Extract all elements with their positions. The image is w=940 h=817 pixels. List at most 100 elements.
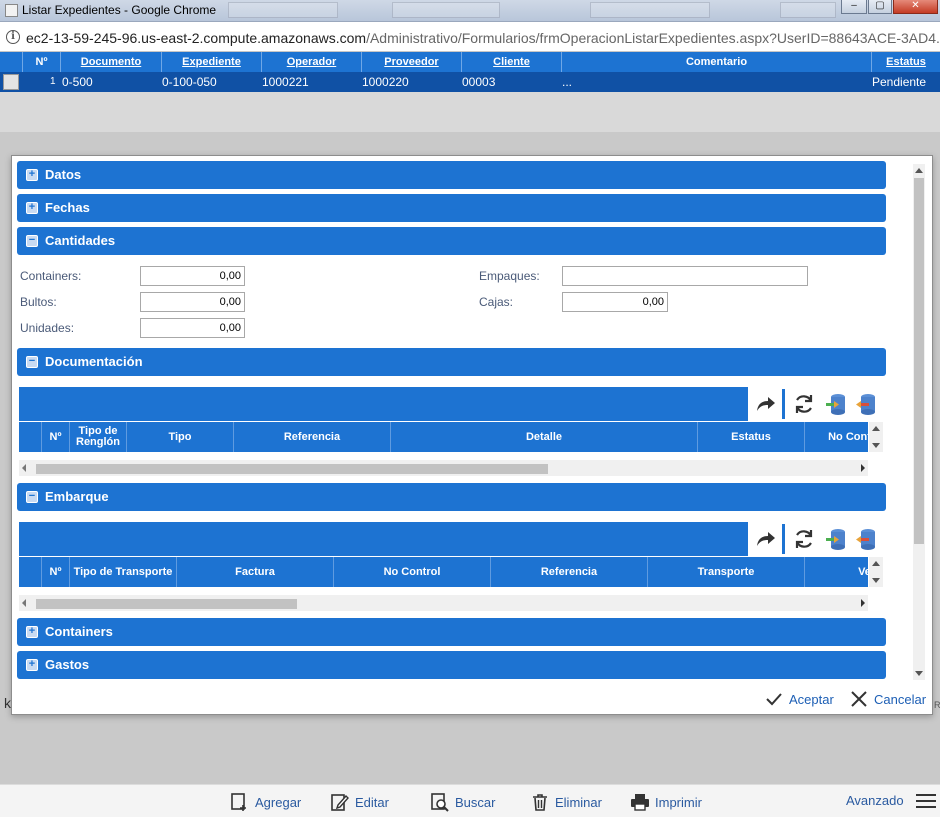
bultos-input[interactable] bbox=[140, 292, 245, 312]
containers-input[interactable] bbox=[140, 266, 245, 286]
cajas-input[interactable] bbox=[562, 292, 668, 312]
scroll-up-icon[interactable] bbox=[915, 168, 923, 173]
dialog-scroll-area[interactable]: + Datos + Fechas − Cantidades Containers… bbox=[12, 156, 932, 680]
background-tab-ghost bbox=[392, 2, 500, 18]
buscar-button[interactable]: Buscar bbox=[430, 791, 495, 813]
col-referencia: Referencia bbox=[233, 422, 390, 452]
background-tab-ghost bbox=[590, 2, 710, 18]
scroll-down-icon[interactable] bbox=[915, 671, 923, 676]
database-export-icon[interactable] bbox=[853, 391, 879, 417]
scroll-thumb[interactable] bbox=[36, 464, 548, 474]
agregar-button[interactable]: Agregar bbox=[230, 791, 301, 813]
section-gastos[interactable]: + Gastos bbox=[17, 651, 886, 679]
expand-icon[interactable]: + bbox=[26, 169, 38, 181]
scroll-left-icon[interactable] bbox=[22, 599, 26, 607]
eliminar-button[interactable]: Eliminar bbox=[530, 791, 602, 813]
section-containers[interactable]: + Containers bbox=[17, 618, 886, 646]
embarque-hscroll[interactable] bbox=[19, 595, 868, 611]
documentacion-hscroll[interactable] bbox=[19, 460, 868, 476]
col-transporte: Transporte bbox=[647, 557, 804, 587]
scroll-right-icon[interactable] bbox=[861, 599, 865, 607]
col-no-control: No Control bbox=[333, 557, 490, 587]
embarque-toolbar bbox=[19, 522, 748, 556]
documentacion-tools bbox=[752, 387, 892, 421]
database-import-icon[interactable] bbox=[823, 526, 849, 552]
header-operador[interactable]: Operador bbox=[261, 52, 361, 72]
cajas-label: Cajas: bbox=[479, 295, 514, 309]
section-datos-label: Datos bbox=[45, 167, 82, 182]
header-proveedor[interactable]: Proveedor bbox=[361, 52, 461, 72]
add-document-icon bbox=[231, 793, 246, 811]
page-favicon-icon bbox=[5, 4, 18, 17]
scroll-down-icon[interactable] bbox=[872, 578, 880, 583]
expedientes-grid-header: Nº Documento Expediente Operador Proveed… bbox=[0, 52, 940, 72]
collapse-icon[interactable]: − bbox=[26, 356, 38, 368]
section-embarque[interactable]: − Embarque bbox=[17, 483, 886, 511]
section-fechas[interactable]: + Fechas bbox=[17, 194, 886, 222]
section-cantidades[interactable]: − Cantidades bbox=[17, 227, 886, 255]
forward-icon[interactable] bbox=[752, 391, 778, 417]
maximize-icon[interactable]: ▢ bbox=[868, 0, 892, 14]
collapse-icon[interactable]: − bbox=[26, 235, 38, 247]
row-select-checkbox[interactable] bbox=[3, 74, 19, 90]
underlying-page-fragment: k bbox=[4, 695, 11, 711]
collapse-icon[interactable]: − bbox=[26, 491, 38, 503]
accept-button[interactable]: Aceptar bbox=[765, 689, 834, 709]
site-info-icon[interactable]: i bbox=[6, 30, 20, 44]
section-fechas-label: Fechas bbox=[45, 200, 90, 215]
background-tab-ghost bbox=[228, 2, 338, 18]
header-documento[interactable]: Documento bbox=[60, 52, 161, 72]
hamburger-menu-icon[interactable] bbox=[916, 794, 936, 808]
underlying-page-fragment: R bbox=[934, 700, 940, 710]
scroll-thumb[interactable] bbox=[36, 599, 297, 609]
header-comentario: Comentario bbox=[561, 52, 871, 72]
expand-icon[interactable]: + bbox=[26, 202, 38, 214]
unidades-input[interactable] bbox=[140, 318, 245, 338]
url-text[interactable]: ec2-13-59-245-96.us-east-2.compute.amazo… bbox=[26, 30, 940, 46]
header-estatus[interactable]: Estatus bbox=[871, 52, 940, 72]
url-path: /Administrativo/Formularios/frmOperacion… bbox=[366, 30, 940, 46]
bottom-toolbar: Agregar Editar Buscar Eliminar Imprimir … bbox=[0, 784, 940, 817]
col-estatus: Estatus bbox=[697, 422, 804, 452]
imprimir-button[interactable]: Imprimir bbox=[630, 791, 702, 813]
scroll-up-icon[interactable] bbox=[872, 426, 880, 431]
containers-label: Containers: bbox=[20, 269, 82, 283]
scroll-right-icon[interactable] bbox=[861, 464, 865, 472]
header-cliente[interactable]: Cliente bbox=[461, 52, 561, 72]
refresh-icon[interactable] bbox=[791, 526, 817, 552]
empaques-input[interactable] bbox=[562, 266, 808, 286]
dialog-vscroll[interactable] bbox=[913, 164, 925, 680]
col-num: Nº bbox=[41, 422, 69, 452]
section-documentacion[interactable]: − Documentación bbox=[17, 348, 886, 376]
expand-icon[interactable]: + bbox=[26, 626, 38, 638]
row-comentario: ... bbox=[562, 75, 573, 89]
scroll-down-icon[interactable] bbox=[872, 443, 880, 448]
avanzado-link[interactable]: Avanzado bbox=[846, 793, 904, 808]
print-icon bbox=[631, 794, 649, 811]
documentacion-vscroll[interactable] bbox=[869, 422, 883, 452]
address-bar[interactable]: i ec2-13-59-245-96.us-east-2.compute.ama… bbox=[0, 22, 940, 52]
scroll-left-icon[interactable] bbox=[22, 464, 26, 472]
refresh-icon[interactable] bbox=[791, 391, 817, 417]
expediente-dialog: + Datos + Fechas − Cantidades Containers… bbox=[11, 155, 933, 715]
embarque-vscroll[interactable] bbox=[869, 557, 883, 587]
database-export-icon[interactable] bbox=[853, 526, 879, 552]
forward-icon[interactable] bbox=[752, 526, 778, 552]
editar-button[interactable]: Editar bbox=[330, 791, 389, 813]
database-import-icon[interactable] bbox=[823, 391, 849, 417]
header-num[interactable]: Nº bbox=[22, 52, 60, 72]
scroll-up-icon[interactable] bbox=[872, 561, 880, 566]
edit-icon bbox=[331, 794, 349, 811]
close-window-icon[interactable]: ✕ bbox=[893, 0, 938, 14]
table-row[interactable]: 1 0-500 0-100-050 1000221 1000220 00003 … bbox=[0, 72, 940, 92]
cancel-button[interactable]: Cancelar bbox=[850, 689, 926, 709]
minimize-icon[interactable]: ‒ bbox=[841, 0, 867, 14]
expand-icon[interactable]: + bbox=[26, 659, 38, 671]
embarque-grid-header: Nº Tipo de Transporte Factura No Control… bbox=[19, 557, 868, 587]
section-datos[interactable]: + Datos bbox=[17, 161, 886, 189]
header-expediente[interactable]: Expediente bbox=[161, 52, 261, 72]
section-documentacion-label: Documentación bbox=[45, 354, 143, 369]
scroll-thumb[interactable] bbox=[914, 178, 924, 544]
row-proveedor: 1000220 bbox=[362, 75, 409, 89]
section-cantidades-label: Cantidades bbox=[45, 233, 116, 248]
